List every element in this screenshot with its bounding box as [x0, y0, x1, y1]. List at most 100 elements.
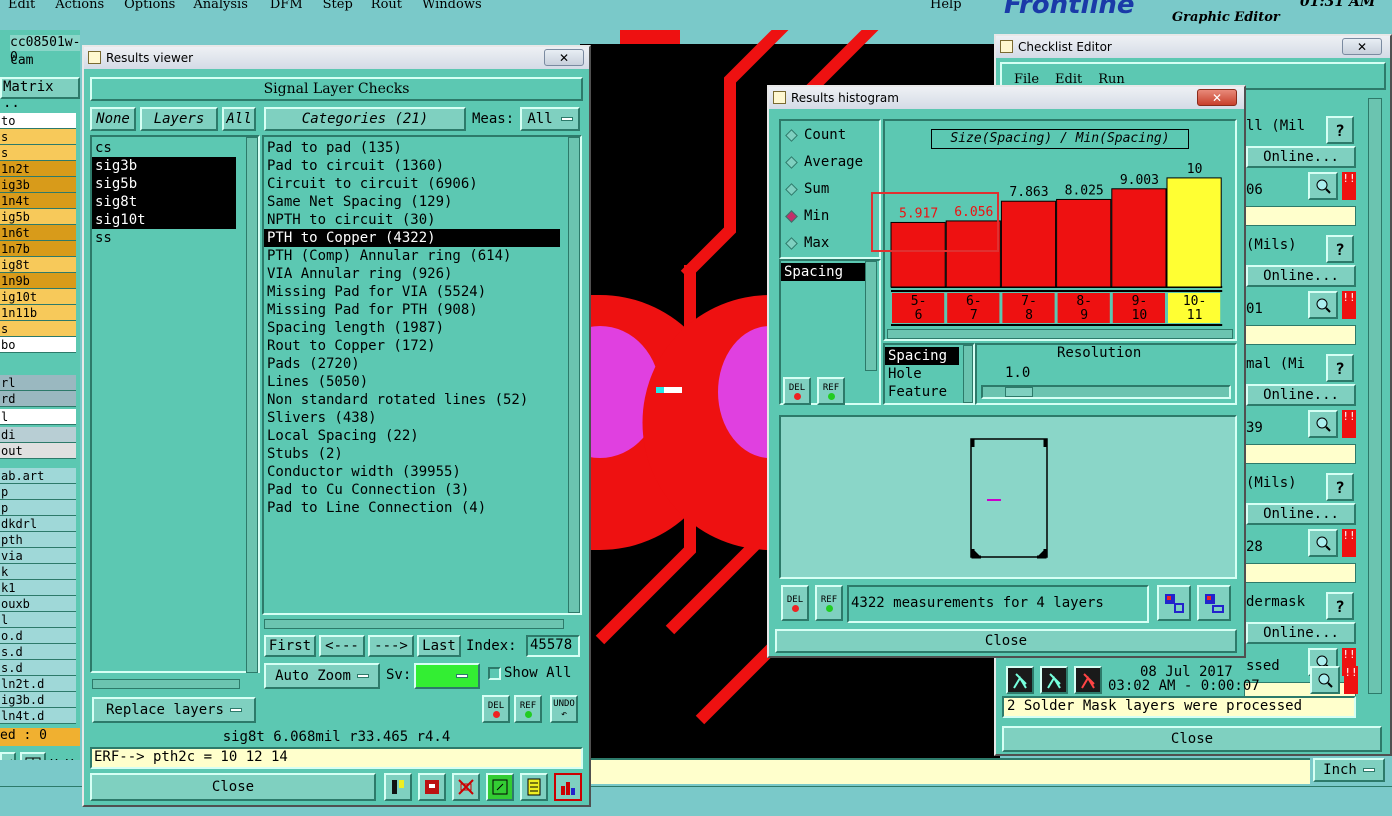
layer-row[interactable]: 1n7b	[0, 241, 76, 257]
layer-list-hscroll[interactable]	[92, 679, 240, 689]
layer-item[interactable]: sig10t	[92, 211, 236, 229]
mode-radio-sum[interactable]: Sum	[785, 181, 829, 197]
del-button[interactable]: DEL	[482, 695, 510, 723]
export-icon[interactable]	[1157, 585, 1191, 621]
layer-row[interactable]: k1	[0, 580, 76, 596]
menu-help[interactable]: Help	[930, 0, 962, 12]
viewer-close-button[interactable]: Close	[90, 773, 376, 801]
first-button[interactable]: First	[264, 635, 316, 657]
attribute-item[interactable]: Spacing	[781, 263, 865, 281]
none-button[interactable]: None	[90, 107, 136, 131]
menu-edit[interactable]: Edit	[8, 0, 35, 12]
index-field[interactable]: 45578	[526, 635, 580, 657]
layer-row[interactable]: ig10t	[0, 289, 76, 305]
type-item[interactable]: Spacing	[885, 347, 959, 365]
show-all-checkbox[interactable]	[488, 667, 501, 680]
chart-hscroll[interactable]	[887, 329, 1233, 339]
replace-layers-dropdown[interactable]: Replace layers	[92, 697, 256, 723]
menu-step[interactable]: Step	[323, 0, 353, 12]
layer-row[interactable]: ln2t.d	[0, 676, 76, 692]
next-button[interactable]: --->	[368, 635, 414, 657]
category-list-hscroll[interactable]	[264, 619, 564, 629]
layer-row[interactable]: 1n4t	[0, 193, 76, 209]
hist-ref-button[interactable]: REF	[817, 377, 845, 405]
layer-row[interactable]: ig5b	[0, 209, 76, 225]
layer-row[interactable]: s	[0, 129, 76, 145]
online-button[interactable]: Online...	[1246, 146, 1356, 168]
ref-button[interactable]: REF	[514, 695, 542, 723]
layer-row[interactable]: rl	[0, 375, 76, 391]
menu-dfm[interactable]: DFM	[270, 0, 303, 12]
layer-row[interactable]: 1n6t	[0, 225, 76, 241]
online-button[interactable]: Online...	[1246, 265, 1356, 287]
layer-row[interactable]: o.d	[0, 628, 76, 644]
category-item[interactable]: Pad to Line Connection (4)	[264, 499, 560, 517]
unit-dropdown[interactable]: Inch	[1313, 758, 1385, 782]
zoom-icon[interactable]	[1308, 291, 1338, 319]
histogram-bar[interactable]	[1166, 177, 1222, 288]
highlight-icon[interactable]	[418, 773, 446, 801]
menu-options[interactable]: Options	[124, 0, 175, 12]
menu-actions[interactable]: Actions	[55, 0, 104, 12]
menu-rout[interactable]: Rout	[371, 0, 402, 12]
resolution-slider[interactable]	[981, 385, 1231, 399]
layer-row[interactable]: ig3b.d	[0, 692, 76, 708]
layer-row[interactable]: ouxb	[0, 596, 76, 612]
step-icon[interactable]	[486, 773, 514, 801]
menu-windows[interactable]: Windows	[422, 0, 482, 12]
zoom-icon[interactable]	[1308, 410, 1338, 438]
category-item[interactable]: Same Net Spacing (129)	[264, 193, 560, 211]
histogram-icon[interactable]	[554, 773, 582, 801]
histogram-bar[interactable]	[1111, 188, 1167, 288]
layer-row[interactable]: 1n9b	[0, 273, 76, 289]
exclude-icon[interactable]	[452, 773, 480, 801]
category-item[interactable]: PTH to Copper (4322)	[264, 229, 560, 247]
layer-row[interactable]: p	[0, 500, 76, 516]
layer-row[interactable]: to	[0, 113, 76, 129]
histogram-close-button[interactable]: Close	[775, 629, 1237, 653]
category-item[interactable]: Pad to circuit (1360)	[264, 157, 560, 175]
last-button[interactable]: Last	[417, 635, 461, 657]
category-item[interactable]: NPTH to circuit (30)	[264, 211, 560, 229]
layer-item[interactable]: cs	[92, 139, 236, 157]
layer-list-vscroll[interactable]	[246, 137, 258, 673]
sv-color-dropdown[interactable]	[414, 663, 480, 689]
type-item[interactable]: Feature	[885, 383, 959, 401]
layer-row[interactable]: ab.art	[0, 468, 76, 484]
matrix-button[interactable]: Matrix ..	[0, 77, 80, 111]
meas-dropdown[interactable]: All	[520, 107, 580, 131]
preview-ref-button[interactable]: REF	[815, 585, 843, 621]
category-item[interactable]: Non standard rotated lines (52)	[264, 391, 560, 409]
undo-button[interactable]: UNDO ↶	[550, 695, 578, 723]
zoom-icon[interactable]	[1308, 529, 1338, 557]
hist-del-button[interactable]: DEL	[783, 377, 811, 405]
online-button[interactable]: Online...	[1246, 503, 1356, 525]
layer-row[interactable]: ig3b	[0, 177, 76, 193]
layer-row[interactable]: s	[0, 321, 76, 337]
cursor-icon[interactable]	[0, 752, 16, 760]
all-button[interactable]: All	[222, 107, 256, 131]
layer-row[interactable]: di	[0, 427, 76, 443]
help-icon[interactable]: ?	[1326, 235, 1354, 263]
category-item[interactable]: PTH (Comp) Annular ring (614)	[264, 247, 560, 265]
zoom-icon[interactable]	[1308, 172, 1338, 200]
category-list-vscroll[interactable]	[568, 137, 580, 613]
prev-button[interactable]: <---	[319, 635, 365, 657]
layer-row[interactable]: bo	[0, 337, 76, 353]
mode-radio-average[interactable]: Average	[785, 154, 863, 170]
measure-icon[interactable]	[384, 773, 412, 801]
grid-icon[interactable]	[20, 752, 46, 760]
attribute-vscroll[interactable]	[865, 261, 877, 371]
histogram-bar[interactable]	[1000, 200, 1057, 288]
layer-row[interactable]: dkdrl	[0, 516, 76, 532]
close-icon[interactable]: ✕	[1197, 89, 1237, 106]
category-item[interactable]: Slivers (438)	[264, 409, 560, 427]
layer-row[interactable]: s.d	[0, 644, 76, 660]
category-item[interactable]: VIA Annular ring (926)	[264, 265, 560, 283]
category-item[interactable]: Spacing length (1987)	[264, 319, 560, 337]
type-item[interactable]: Hole	[885, 365, 959, 383]
layer-row[interactable]: rd	[0, 391, 76, 407]
layer-row[interactable]: s	[0, 145, 76, 161]
preview-del-button[interactable]: DEL	[781, 585, 809, 621]
help-icon[interactable]: ?	[1326, 592, 1354, 620]
